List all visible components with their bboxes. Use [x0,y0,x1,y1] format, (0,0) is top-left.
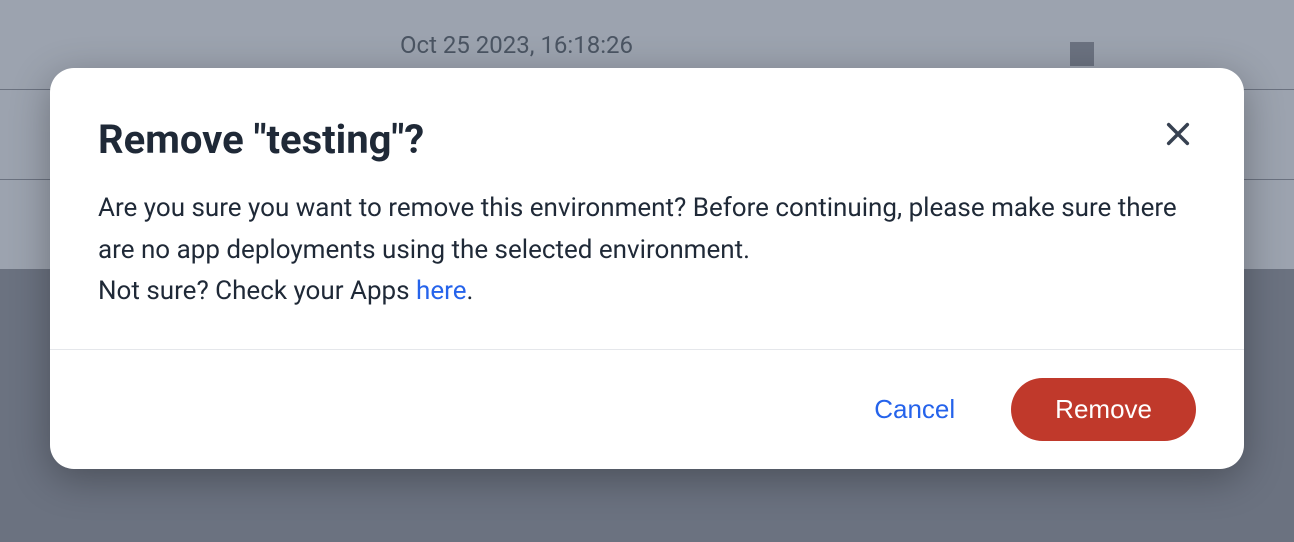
close-icon [1164,120,1192,148]
close-button[interactable] [1160,116,1196,152]
modal-title: Remove "testing"? [98,116,424,164]
modal-overlay: Remove "testing"? Are you sure you want … [0,0,1294,542]
modal-footer: Cancel Remove [50,349,1244,469]
cancel-button[interactable]: Cancel [866,382,963,437]
confirm-remove-modal: Remove "testing"? Are you sure you want … [50,68,1244,469]
modal-body-line-2: Not sure? Check your Apps here. [98,271,1196,313]
modal-body-text-1: Are you sure you want to remove this env… [98,188,1196,271]
modal-body-text-2a: Not sure? Check your Apps [98,276,416,306]
modal-body: Are you sure you want to remove this env… [50,188,1244,349]
apps-link[interactable]: here [416,276,466,306]
remove-button[interactable]: Remove [1011,378,1196,441]
modal-header: Remove "testing"? [50,68,1244,188]
modal-body-text-2b: . [466,276,473,306]
